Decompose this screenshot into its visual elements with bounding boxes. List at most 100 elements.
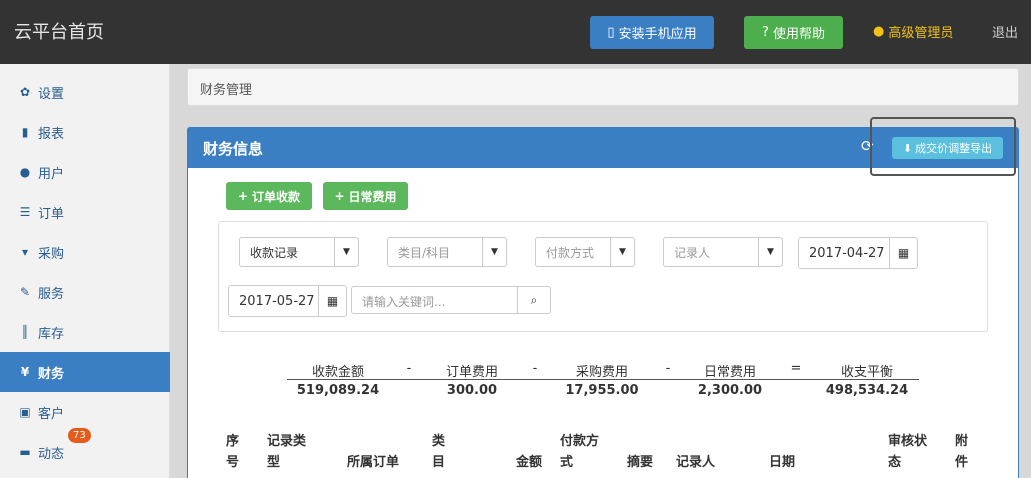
plus-icon: + bbox=[237, 189, 249, 203]
search-icon: ⌕ bbox=[530, 292, 538, 307]
sidebar-item-service[interactable]: ✎ 服务 bbox=[0, 272, 170, 312]
summary-label-balance: 收支平衡 bbox=[840, 365, 893, 380]
sidebar-item-label: 采购 bbox=[38, 246, 65, 262]
summary-value-purchase-cost: 17,955.00 bbox=[565, 383, 639, 398]
sidebar-item-reports[interactable]: ▮ 报表 bbox=[0, 112, 170, 152]
table-header-summary[interactable]: 摘要 bbox=[627, 452, 653, 473]
plus-icon: + bbox=[334, 189, 345, 203]
summary-value-receipts: 519,089.24 bbox=[296, 383, 380, 398]
end-date-value: 2017-05-27 bbox=[239, 293, 315, 309]
sidebar-item-activity[interactable]: ▬ 动态 73 bbox=[0, 428, 170, 472]
sidebar-item-settings[interactable]: ✿ 设置 bbox=[0, 72, 170, 112]
export-price-adjustment-button[interactable]: ⬇ 成交价调整导出 bbox=[892, 137, 1003, 159]
table-header-order[interactable]: 所属订单 bbox=[347, 452, 399, 473]
table-header-payment[interactable]: 付款方式 bbox=[560, 431, 604, 473]
summary-op-equals: = bbox=[790, 361, 802, 376]
caret-down-icon: ▼ bbox=[482, 238, 506, 266]
summary-label-daily-cost: 日常费用 bbox=[703, 365, 756, 380]
gear-icon: ✿ bbox=[19, 85, 31, 99]
add-daily-expense-button[interactable]: + 日常费用 bbox=[323, 182, 408, 210]
search-input[interactable]: 请输入关键词... bbox=[351, 286, 518, 314]
sidebar-item-label: 设置 bbox=[38, 86, 65, 102]
breadcrumb: 财务管理 bbox=[187, 68, 1019, 106]
install-app-button[interactable]: ▯ 安装手机应用 bbox=[590, 16, 714, 49]
summary-op-minus: - bbox=[665, 361, 671, 376]
refresh-icon[interactable]: ⟳ bbox=[861, 137, 874, 155]
end-date-field[interactable]: 2017-05-27 ▦ bbox=[228, 285, 347, 317]
sidebar-item-label: 报表 bbox=[38, 126, 65, 142]
table-header-date[interactable]: 日期 bbox=[769, 452, 795, 473]
mobile-icon: ▯ bbox=[607, 25, 615, 40]
start-date-value: 2017-04-27 bbox=[809, 245, 885, 261]
panel-title: 财务信息 bbox=[203, 140, 264, 158]
help-button[interactable]: ? 使用帮助 bbox=[744, 16, 843, 49]
category-select[interactable]: 类目/科目 ▼ bbox=[387, 237, 507, 267]
record-type-select[interactable]: 收款记录 ▼ bbox=[239, 237, 359, 267]
install-app-label: 安装手机应用 bbox=[618, 27, 697, 42]
start-date-field[interactable]: 2017-04-27 ▦ bbox=[798, 237, 918, 269]
sidebar-item-inventory[interactable]: ║ 库存 bbox=[0, 312, 170, 352]
table-header-category[interactable]: 类目 bbox=[432, 431, 448, 473]
table-header-index[interactable]: 序号 bbox=[226, 431, 242, 473]
sidebar-item-label: 客户 bbox=[38, 406, 65, 422]
summary-value-balance: 498,534.24 bbox=[825, 383, 909, 398]
sidebar-item-label: 服务 bbox=[38, 286, 65, 302]
search-button[interactable]: ⌕ bbox=[517, 286, 551, 314]
table-header-attachment[interactable]: 附件 bbox=[955, 431, 971, 473]
bar-chart-icon: ▮ bbox=[21, 125, 29, 139]
caret-down-icon: ▼ bbox=[758, 238, 782, 266]
brand-title[interactable]: 云平台首页 bbox=[14, 18, 104, 44]
record-type-value: 收款记录 bbox=[250, 245, 299, 260]
summary-value-order-cost: 300.00 bbox=[446, 383, 498, 398]
summary-label-purchase-cost: 采购费用 bbox=[575, 365, 628, 380]
sidebar-item-users[interactable]: ● 用户 bbox=[0, 152, 170, 192]
admin-label: 高级管理员 bbox=[888, 26, 954, 41]
summary-value-daily-cost: 2,300.00 bbox=[697, 383, 763, 398]
download-icon: ⬇ bbox=[902, 141, 913, 155]
summary-label-order-cost: 订单费用 bbox=[445, 365, 498, 380]
yen-icon: ¥ bbox=[20, 365, 30, 379]
sidebar-item-customers[interactable]: ▣ 客户 bbox=[0, 392, 170, 432]
summary-op-minus: - bbox=[406, 361, 412, 376]
order-receipt-label: 订单收款 bbox=[252, 189, 301, 204]
question-icon: ? bbox=[762, 25, 769, 40]
table-header-audit-status[interactable]: 审核状态 bbox=[888, 431, 932, 473]
table-header-recorder[interactable]: 记录人 bbox=[676, 452, 715, 473]
recorder-value: 记录人 bbox=[674, 245, 711, 260]
add-order-receipt-button[interactable]: + 订单收款 bbox=[226, 182, 312, 210]
barcode-icon: ║ bbox=[21, 325, 29, 339]
caret-down-icon: ▼ bbox=[610, 238, 634, 266]
summary-label-receipts: 收款金额 bbox=[311, 365, 364, 380]
sidebar: ✿ 设置 ▮ 报表 ● 用户 ☰ 订单 ▾ 采购 ✎ 服务 ║ 库存 ¥ 财务 … bbox=[0, 64, 170, 478]
cart-icon: ▾ bbox=[21, 245, 29, 259]
recorder-select[interactable]: 记录人 ▼ bbox=[663, 237, 783, 267]
sidebar-item-orders[interactable]: ☰ 订单 bbox=[0, 192, 170, 232]
wrench-icon: ✎ bbox=[19, 285, 31, 299]
summary-divider bbox=[287, 379, 919, 380]
sidebar-item-label: 用户 bbox=[38, 166, 65, 182]
logout-link[interactable]: 退出 bbox=[992, 22, 1018, 41]
sidebar-item-purchasing[interactable]: ▾ 采购 bbox=[0, 232, 170, 272]
briefcase-icon: ▣ bbox=[19, 405, 31, 419]
payment-method-select[interactable]: 付款方式 ▼ bbox=[535, 237, 635, 267]
user-icon: ● bbox=[873, 24, 885, 39]
sidebar-item-label: 财务 bbox=[38, 366, 65, 382]
export-label: 成交价调整导出 bbox=[915, 142, 993, 155]
table-header-amount[interactable]: 金额 bbox=[516, 452, 542, 473]
sidebar-item-label: 动态 bbox=[38, 446, 65, 462]
calendar-icon[interactable]: ▦ bbox=[318, 286, 346, 316]
category-value: 类目/科目 bbox=[398, 245, 451, 260]
caret-down-icon: ▼ bbox=[334, 238, 358, 266]
table-header-record-type[interactable]: 记录类型 bbox=[267, 431, 311, 473]
help-label: 使用帮助 bbox=[772, 27, 825, 42]
user-icon: ● bbox=[19, 165, 31, 179]
summary-op-minus: - bbox=[532, 361, 538, 376]
sidebar-item-label: 订单 bbox=[38, 206, 65, 222]
daily-expense-label: 日常费用 bbox=[348, 189, 397, 204]
sidebar-item-finance[interactable]: ¥ 财务 bbox=[0, 352, 170, 392]
top-bar: 云平台首页 ▯ 安装手机应用 ? 使用帮助 ● 高级管理员 退出 bbox=[0, 0, 1031, 64]
admin-user-link[interactable]: ● 高级管理员 bbox=[873, 22, 953, 41]
payment-method-value: 付款方式 bbox=[546, 245, 595, 260]
list-icon: ☰ bbox=[19, 205, 31, 219]
calendar-icon[interactable]: ▦ bbox=[889, 238, 917, 268]
